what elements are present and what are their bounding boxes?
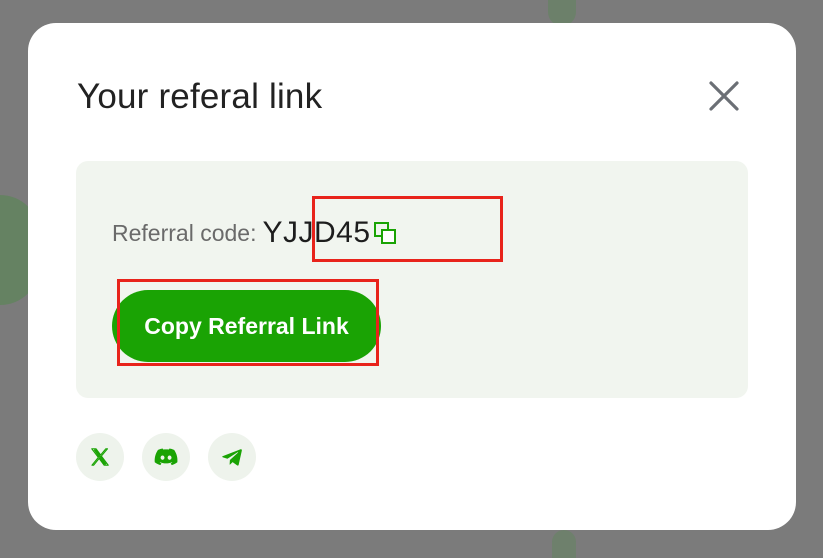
referral-code-value: YJJD45 [262, 216, 371, 249]
x-icon [91, 448, 109, 466]
close-icon [709, 81, 739, 111]
background-shape [552, 530, 576, 558]
social-telegram-button[interactable] [208, 433, 256, 481]
social-x-button[interactable] [76, 433, 124, 481]
social-links [76, 433, 256, 481]
copy-icon[interactable] [373, 221, 397, 245]
referral-panel: Referral code: YJJD45 Copy Referral Link [76, 161, 748, 398]
close-button[interactable] [704, 76, 744, 116]
discord-icon [154, 448, 178, 466]
modal-title: Your referal link [77, 77, 323, 116]
referral-code-row: Referral code: YJJD45 [112, 213, 397, 253]
referral-modal: Your referal link Referral code: YJJD45 … [28, 23, 796, 530]
referral-code-label: Referral code: [112, 219, 257, 246]
social-discord-button[interactable] [142, 433, 190, 481]
copy-referral-link-button[interactable]: Copy Referral Link [112, 290, 381, 362]
telegram-icon [222, 449, 242, 466]
